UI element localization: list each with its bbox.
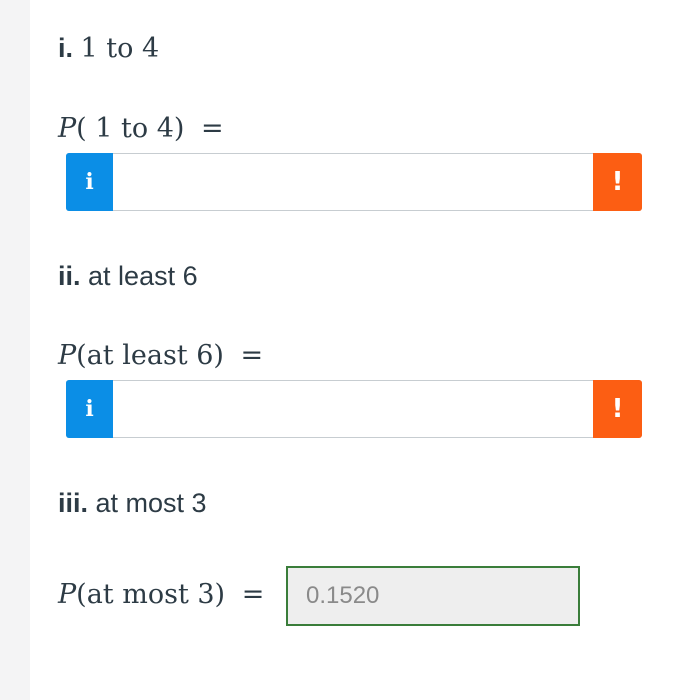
part-ii-warning-button[interactable]: ! [593, 380, 642, 438]
info-icon: i [85, 396, 94, 422]
part-iii-text: at most 3 [95, 488, 207, 518]
part-iii-answer-field[interactable]: 0.1520 [286, 566, 580, 626]
part-iii-eq-arg: (at most 3) [76, 579, 226, 610]
part-i-equation: P( 1 to 4) = [58, 113, 224, 145]
part-i-label: i. 1 to 4 [58, 32, 159, 65]
info-icon: i [85, 169, 94, 195]
part-i-eq-arg: ( 1 to 4) [76, 113, 185, 144]
part-ii-answer-row: i ! [66, 380, 642, 438]
part-iii-eq-sign: = [241, 579, 265, 610]
question-card: i. 1 to 4 P( 1 to 4) = i ! ii. at least … [30, 0, 698, 700]
part-i-text: 1 to 4 [80, 33, 160, 64]
part-ii-text: at least 6 [88, 261, 198, 291]
part-ii-info-button[interactable]: i [66, 380, 113, 438]
part-i-info-button[interactable]: i [66, 153, 113, 211]
part-ii-equation: P(at least 6) = [58, 340, 263, 372]
warning-icon: ! [611, 394, 624, 424]
warning-icon: ! [611, 167, 624, 197]
part-ii-marker: ii. [58, 261, 81, 291]
part-ii-label: ii. at least 6 [58, 260, 198, 292]
part-i-marker: i. [58, 33, 74, 63]
part-iii-equation: P(at most 3) = [58, 579, 264, 611]
part-ii-eq-arg: (at least 6) [76, 340, 224, 371]
part-i-eq-var: P [58, 113, 77, 144]
part-iii-eq-var: P [58, 579, 77, 610]
part-i-answer-input[interactable] [114, 154, 592, 210]
part-ii-eq-sign: = [240, 340, 264, 371]
part-i-answer-row: i ! [66, 153, 642, 211]
part-i-eq-sign: = [201, 113, 224, 144]
part-i-warning-button[interactable]: ! [593, 153, 642, 211]
part-iii-marker: iii. [58, 488, 89, 518]
part-ii-answer-input[interactable] [114, 381, 592, 437]
part-iii-label: iii. at most 3 [58, 487, 207, 519]
part-ii-eq-var: P [58, 340, 77, 371]
part-iii-answer-value: 0.1520 [306, 582, 380, 609]
